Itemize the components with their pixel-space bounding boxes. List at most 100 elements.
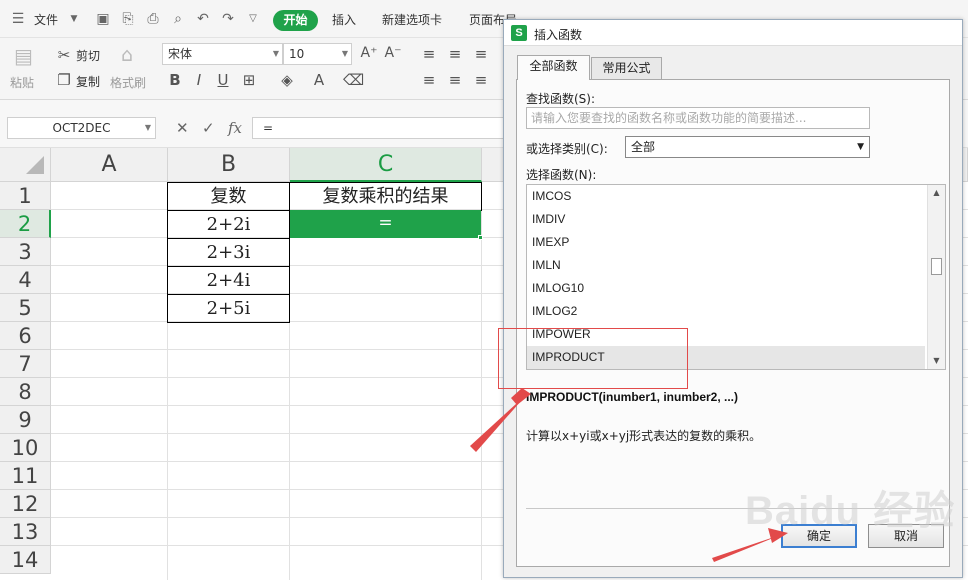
scissors-icon[interactable]: ✂ — [55, 46, 73, 64]
insert-function-icon[interactable]: fx — [228, 119, 242, 137]
font-name-value: 宋体 — [168, 47, 193, 61]
copy-button[interactable]: 复制 — [76, 73, 100, 90]
row-header-1[interactable]: 1 — [0, 182, 51, 210]
function-list-label: 选择函数(N): — [526, 168, 597, 182]
row-header-14[interactable]: 14 — [0, 546, 51, 574]
tab-all-functions[interactable]: 全部函数 — [517, 55, 590, 80]
bold-icon[interactable]: B — [166, 71, 184, 89]
cancel-icon[interactable]: ✕ — [176, 119, 189, 137]
tab-new[interactable]: 新建选项卡 — [382, 11, 442, 28]
font-color-icon[interactable]: A — [310, 71, 328, 89]
font-size-select[interactable]: 10 ▼ — [283, 43, 352, 65]
row-header-9[interactable]: 9 — [0, 406, 51, 434]
row-header-3[interactable]: 3 — [0, 238, 51, 266]
list-item[interactable]: IMLOG2 — [527, 300, 925, 323]
undo-icon[interactable]: ↶ — [195, 11, 211, 27]
align-bottom-icon[interactable]: ≡ — [472, 45, 490, 63]
italic-icon[interactable]: I — [190, 71, 208, 89]
function-search-input[interactable]: 请输入您要查找的函数名称或函数功能的简要描述... — [526, 107, 870, 129]
active-cell-c2[interactable]: = — [290, 210, 481, 238]
row-header-13[interactable]: 13 — [0, 518, 51, 546]
format-painter-icon[interactable]: ⌂ — [118, 44, 136, 66]
list-item[interactable]: IMEXP — [527, 231, 925, 254]
paste-button[interactable]: 粘贴 — [10, 74, 34, 91]
align-center-icon[interactable]: ≡ — [446, 71, 464, 89]
cell-b4[interactable]: 2+4i — [167, 266, 290, 295]
gridline — [481, 182, 482, 580]
column-header-a[interactable]: A — [51, 148, 168, 182]
hamburger-menu-icon[interactable]: ☰ — [10, 11, 26, 27]
list-item[interactable]: IMLN — [527, 254, 925, 277]
row-header-7[interactable]: 7 — [0, 350, 51, 378]
save-icon[interactable]: ▣ — [95, 11, 111, 27]
chevron-down-icon: ▼ — [144, 123, 151, 132]
increase-font-icon[interactable]: A⁺ — [360, 45, 378, 61]
tab-start[interactable]: 开始 — [273, 10, 318, 31]
align-right-icon[interactable]: ≡ — [472, 71, 490, 89]
chevron-down-icon: ▼ — [341, 49, 348, 58]
border-icon[interactable]: ⊞ — [240, 71, 258, 89]
category-label: 或选择类别(C): — [526, 142, 608, 156]
cell-b2[interactable]: 2+2i — [167, 210, 290, 239]
fill-handle[interactable] — [478, 235, 483, 240]
cell-b1[interactable]: 复数 — [167, 182, 290, 211]
eraser-icon[interactable]: ⌫ — [343, 71, 364, 89]
name-box-value: OCT2DEC — [52, 121, 111, 135]
format-painter-button[interactable]: 格式刷 — [110, 74, 146, 91]
category-select[interactable]: 全部 ▼ — [625, 136, 870, 158]
export-icon[interactable]: ⎘ — [120, 11, 136, 27]
row-header-6[interactable]: 6 — [0, 322, 51, 350]
scrollbar-thumb[interactable] — [931, 258, 942, 275]
cell-b3[interactable]: 2+3i — [167, 238, 290, 267]
customize-toolbar-icon[interactable]: ▽ — [245, 13, 261, 24]
row-header-5[interactable]: 5 — [0, 294, 51, 322]
tab-insert[interactable]: 插入 — [332, 11, 356, 28]
print-preview-icon[interactable]: ⌕ — [170, 11, 186, 27]
annotation-highlight-box — [498, 328, 688, 389]
wps-logo-icon: S — [511, 25, 527, 41]
dialog-title: 插入函数 — [534, 28, 583, 42]
baidu-watermark: Baidu 经验 — [745, 470, 960, 540]
paste-icon[interactable]: ▤ — [14, 44, 33, 68]
font-size-value: 10 — [289, 47, 305, 61]
decrease-font-icon[interactable]: A⁻ — [384, 45, 402, 61]
cell-c1[interactable]: 复数乘积的结果 — [289, 182, 482, 211]
formula-input[interactable]: = — [252, 117, 512, 139]
search-label: 查找函数(S): — [526, 92, 596, 106]
row-header-12[interactable]: 12 — [0, 490, 51, 518]
align-left-icon[interactable]: ≡ — [420, 71, 438, 89]
name-box[interactable]: OCT2DEC ▼ — [7, 117, 156, 139]
chevron-down-icon[interactable]: ▼ — [66, 14, 82, 24]
column-header-c[interactable]: C — [290, 148, 482, 182]
cut-button[interactable]: 剪切 — [76, 47, 100, 64]
row-header-4[interactable]: 4 — [0, 266, 51, 294]
row-header-2[interactable]: 2 — [0, 210, 51, 238]
scroll-up-icon[interactable]: ▲ — [928, 185, 945, 201]
tab-common-formulas[interactable]: 常用公式 — [591, 57, 662, 80]
category-value: 全部 — [631, 140, 656, 154]
scroll-down-icon[interactable]: ▼ — [928, 353, 945, 369]
column-header-b[interactable]: B — [168, 148, 290, 182]
confirm-icon[interactable]: ✓ — [202, 119, 215, 137]
list-item[interactable]: IMLOG10 — [527, 277, 925, 300]
underline-icon[interactable]: U — [214, 71, 232, 89]
chevron-down-icon: ▼ — [272, 49, 279, 58]
dialog-titlebar[interactable]: S 插入函数 — [504, 20, 962, 46]
row-header-8[interactable]: 8 — [0, 378, 51, 406]
select-all-icon — [26, 156, 44, 174]
fill-color-icon[interactable]: ◈ — [278, 71, 296, 89]
font-name-select[interactable]: 宋体 ▼ — [162, 43, 283, 65]
list-item[interactable]: IMCOS — [527, 185, 925, 208]
cell-b5[interactable]: 2+5i — [167, 294, 290, 323]
print-icon[interactable]: ⎙ — [145, 11, 161, 27]
row-header-11[interactable]: 11 — [0, 462, 51, 490]
file-menu[interactable]: 文件 — [34, 11, 58, 28]
row-header-10[interactable]: 10 — [0, 434, 51, 462]
align-middle-icon[interactable]: ≡ — [446, 45, 464, 63]
align-top-icon[interactable]: ≡ — [420, 45, 438, 63]
list-item[interactable]: IMDIV — [527, 208, 925, 231]
function-list-scrollbar[interactable]: ▲ ▼ — [927, 185, 945, 369]
copy-icon[interactable]: ❐ — [55, 71, 73, 89]
select-all-corner[interactable] — [0, 148, 51, 182]
redo-icon[interactable]: ↷ — [220, 11, 236, 27]
